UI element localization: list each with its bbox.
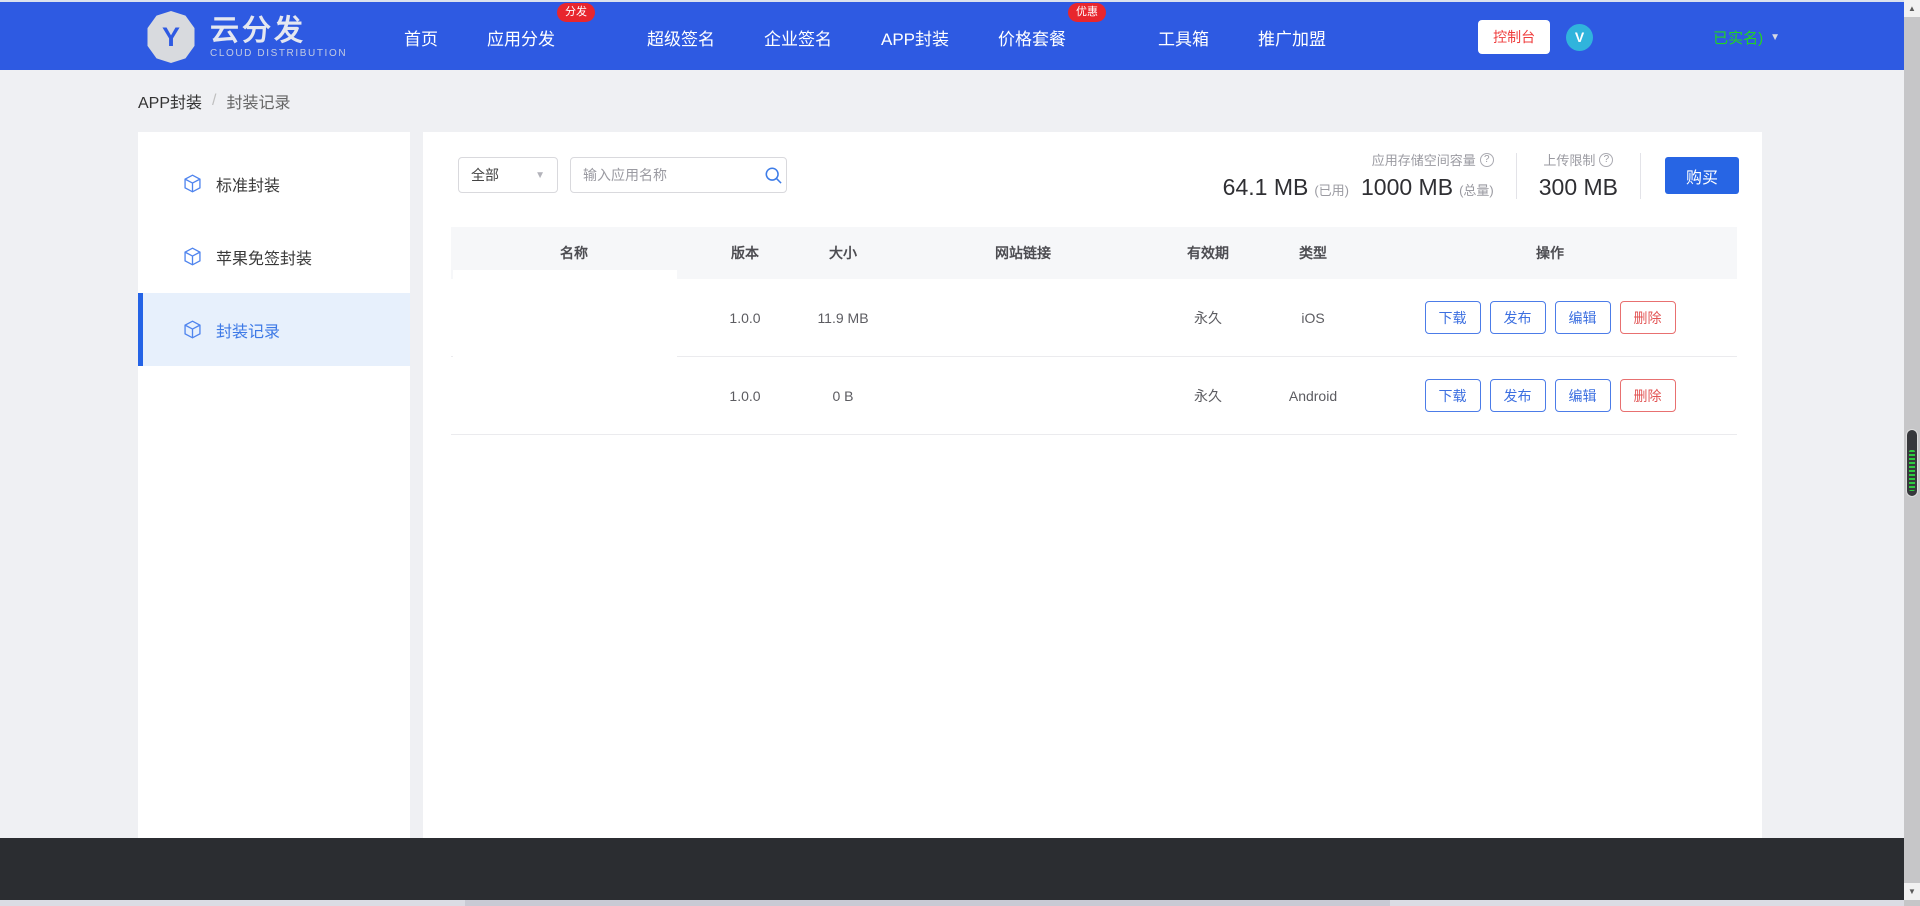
- breadcrumb-section[interactable]: APP封装: [138, 89, 202, 113]
- logo-subtitle: CLOUD DISTRIBUTION: [210, 47, 348, 59]
- download-button[interactable]: 下载: [1424, 301, 1481, 334]
- account-status[interactable]: 已实名): [1713, 27, 1763, 48]
- storage-total-label: (总量): [1459, 183, 1494, 198]
- cell-type: iOS: [1301, 309, 1325, 326]
- nav-item-home[interactable]: 首页: [404, 25, 438, 50]
- cell-version: 1.0.0: [729, 387, 761, 404]
- nav-right-cluster: 控制台 V 已实名) ▼: [1478, 2, 1780, 72]
- breadcrumb: APP封装 / 封装记录: [138, 70, 291, 132]
- sidebar-item-standard-package[interactable]: 标准封装: [138, 147, 410, 220]
- buy-button[interactable]: 购买: [1665, 157, 1739, 194]
- distribution-badge: 分发: [557, 2, 595, 22]
- col-validity: 有效期: [1187, 245, 1229, 261]
- storage-used-value: 64.1 MB: [1222, 174, 1309, 200]
- user-avatar[interactable]: V: [1566, 23, 1594, 51]
- capacity-label: 应用存储空间容量: [1371, 153, 1476, 168]
- download-button[interactable]: 下载: [1424, 379, 1481, 412]
- page: Y 云分发 CLOUD DISTRIBUTION 首页 应用分发 分发 超级签名…: [0, 0, 1920, 906]
- storage-total-value: 1000 MB: [1361, 174, 1454, 200]
- nav-item-pricing[interactable]: 价格套餐 优惠: [998, 2, 1107, 50]
- horizontal-scrollbar[interactable]: [0, 900, 1904, 906]
- scroll-down-arrow-icon[interactable]: ▼: [1904, 883, 1920, 900]
- col-version: 版本: [731, 245, 759, 261]
- divider: [1640, 152, 1641, 199]
- publish-button[interactable]: 发布: [1489, 301, 1546, 334]
- app-search-box: [570, 157, 787, 193]
- discount-badge: 优惠: [1068, 2, 1107, 22]
- upload-limit-value: 300 MB: [1538, 174, 1618, 200]
- help-icon[interactable]: ?: [1479, 152, 1494, 167]
- cell-size: 11.9 MB: [817, 309, 869, 326]
- cell-size: 0 B: [832, 387, 854, 404]
- console-button[interactable]: 控制台: [1478, 20, 1551, 54]
- logo-polygon-icon: Y: [147, 11, 195, 63]
- edit-button[interactable]: 编辑: [1554, 379, 1611, 412]
- upload-limit-label: 上传限制: [1543, 153, 1596, 168]
- filter-selected-value: 全部: [471, 167, 499, 183]
- col-size: 大小: [829, 245, 857, 261]
- nav-item-promotion[interactable]: 推广加盟: [1258, 25, 1326, 50]
- cell-validity: 永久: [1194, 387, 1222, 404]
- vertical-scrollbar[interactable]: ▲ ▼: [1904, 0, 1920, 906]
- breadcrumb-current: 封装记录: [226, 95, 291, 112]
- cell-validity: 永久: [1194, 309, 1222, 326]
- breadcrumb-separator: /: [212, 92, 217, 109]
- col-actions: 操作: [1536, 245, 1564, 261]
- col-name: 名称: [560, 245, 588, 261]
- search-input[interactable]: [583, 167, 764, 183]
- name-column-blank-overlay: [453, 270, 677, 433]
- col-link: 网站链接: [995, 245, 1051, 261]
- nav-item-app-package[interactable]: APP封装: [881, 25, 949, 50]
- storage-used-label: (已用): [1314, 183, 1349, 198]
- cell-type: Android: [1288, 387, 1338, 404]
- nav-item-toolbox[interactable]: 工具箱: [1158, 25, 1209, 50]
- sidebar-item-apple-free-sign-package[interactable]: 苹果免签封装: [138, 220, 410, 293]
- search-icon[interactable]: [764, 166, 783, 185]
- scrollbar-green-stripes: [1909, 450, 1915, 491]
- sidebar-item-package-records[interactable]: 封装记录: [138, 293, 410, 366]
- help-icon[interactable]: ?: [1599, 152, 1614, 167]
- delete-button[interactable]: 删除: [1619, 379, 1676, 412]
- nav-item-app-distribution[interactable]: 应用分发 分发: [487, 2, 595, 50]
- col-type: 类型: [1299, 245, 1327, 261]
- delete-button[interactable]: 删除: [1619, 301, 1676, 334]
- sidebar-item-label: 苹果免签封装: [216, 250, 313, 268]
- vertical-scrollbar-thumb[interactable]: [1906, 429, 1918, 497]
- sidebar: 标准封装 苹果免签封装 封装记录: [138, 132, 410, 838]
- cube-icon: [184, 174, 201, 193]
- sidebar-item-label: 标准封装: [216, 177, 281, 195]
- nav-item-enterprise-sign[interactable]: 企业签名: [764, 25, 832, 50]
- storage-info: 应用存储空间容量 ? 64.1 MB (已用) 1000 MB (总量) 上传限…: [1223, 150, 1739, 201]
- page-footer: [0, 838, 1904, 900]
- account-caret-icon[interactable]: ▼: [1770, 32, 1780, 43]
- sidebar-item-label: 封装记录: [216, 323, 281, 341]
- divider: [1515, 152, 1517, 199]
- top-navbar: Y 云分发 CLOUD DISTRIBUTION 首页 应用分发 分发 超级签名…: [0, 0, 1904, 70]
- cube-icon: [184, 247, 201, 266]
- logo-title: 云分发: [210, 14, 307, 47]
- nav-item-super-sign[interactable]: 超级签名: [647, 25, 715, 50]
- chevron-down-icon: ▼: [535, 169, 545, 181]
- horizontal-scrollbar-thumb[interactable]: [465, 900, 1390, 906]
- edit-button[interactable]: 编辑: [1554, 301, 1611, 334]
- nav-menu: 首页 应用分发 分发 超级签名 企业签名 APP封装 价格套餐 优惠 工具箱 推…: [404, 2, 1375, 72]
- publish-button[interactable]: 发布: [1489, 379, 1546, 412]
- cell-version: 1.0.0: [729, 309, 761, 326]
- main-panel: 全部 ▼ 应用存储空间容量 ? 64.1 MB (已用) 1000 MB (总: [423, 132, 1762, 838]
- cube-icon: [184, 320, 201, 339]
- type-filter-select[interactable]: 全部 ▼: [458, 157, 558, 193]
- logo[interactable]: Y 云分发 CLOUD DISTRIBUTION: [146, 11, 347, 63]
- scroll-up-arrow-icon[interactable]: ▲: [1904, 0, 1920, 17]
